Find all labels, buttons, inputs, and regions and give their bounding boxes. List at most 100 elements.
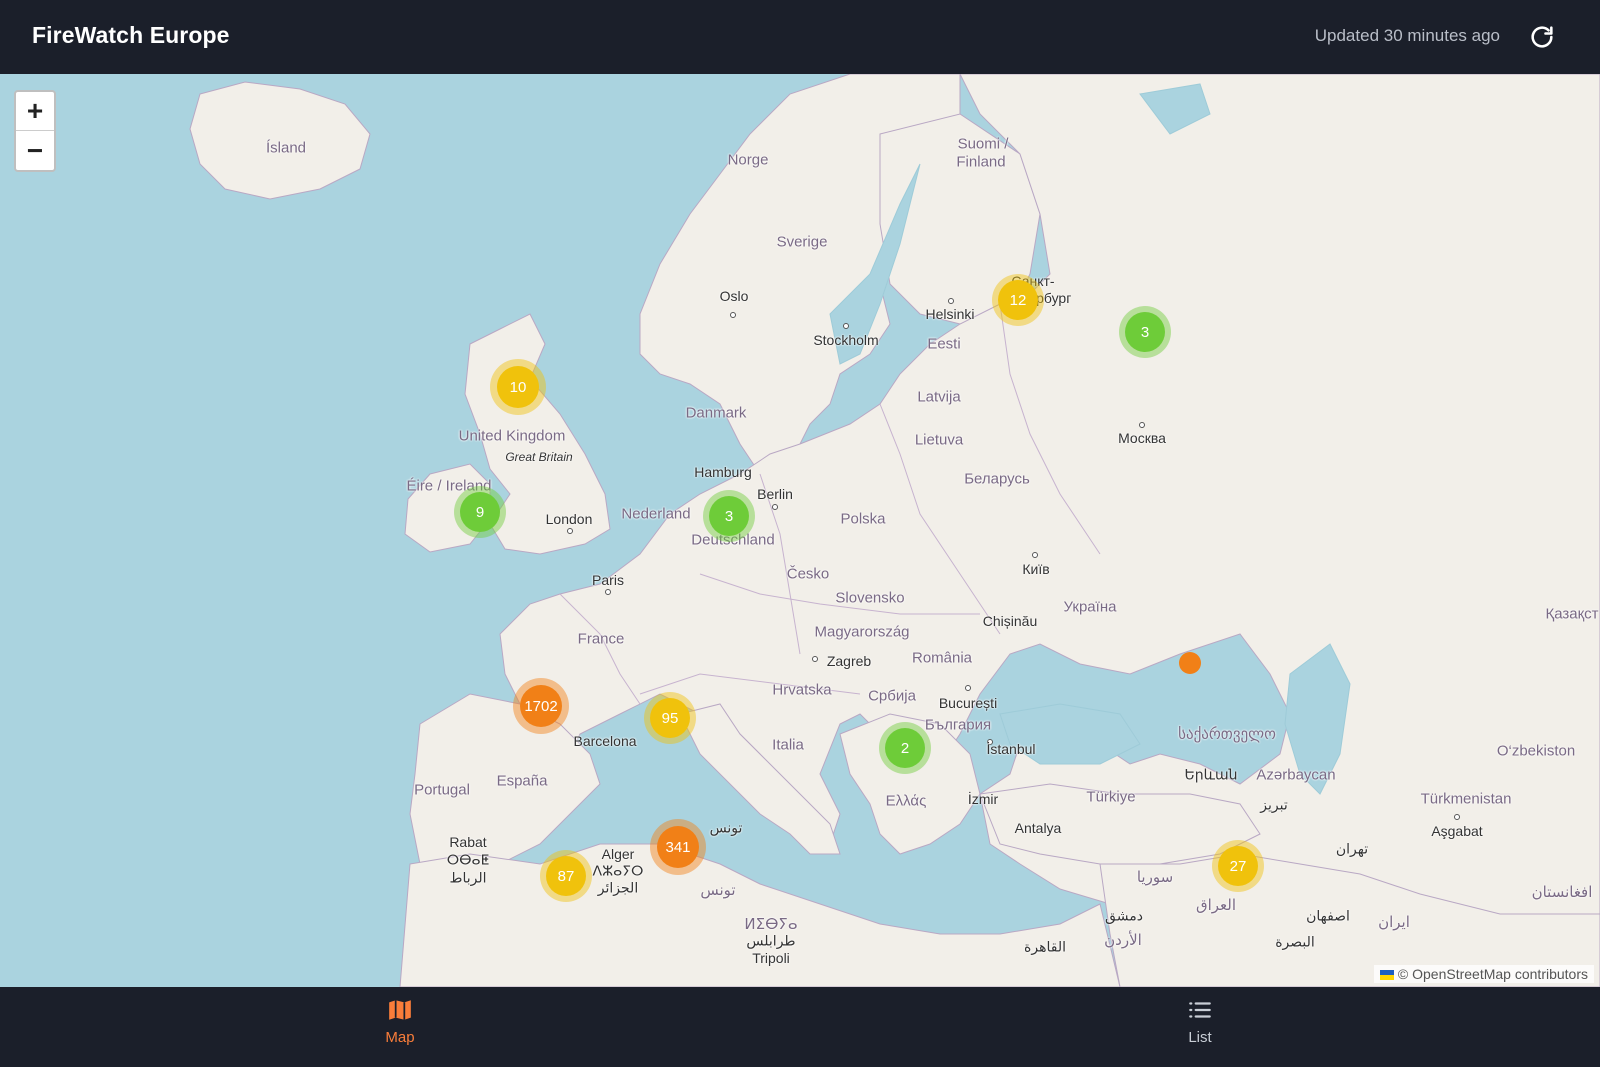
map-label: Lietuva xyxy=(914,431,964,449)
last-updated-text: Updated 30 minutes ago xyxy=(1314,26,1500,45)
map-label: Latvija xyxy=(917,388,961,406)
map-label: Norge xyxy=(727,151,769,169)
app-title: FireWatch Europe xyxy=(32,22,230,48)
fire-cluster[interactable]: 95 xyxy=(644,692,696,744)
map-label: Sverige xyxy=(776,233,828,251)
fire-cluster[interactable]: 27 xyxy=(1212,840,1264,892)
fire-marker[interactable] xyxy=(1179,652,1201,674)
fire-cluster[interactable]: 10 xyxy=(490,359,546,415)
map-label: საქართველო xyxy=(1178,726,1276,743)
map-label: Беларусь xyxy=(964,470,1030,488)
map-label: București xyxy=(938,695,998,711)
city-marker-london xyxy=(567,528,573,534)
map-label: Oslo xyxy=(719,288,749,304)
map-label: افغانستان xyxy=(1531,884,1593,901)
map-label: Berlin xyxy=(757,486,793,502)
map-label: France xyxy=(577,630,625,648)
map-label: ⵍⵉⴱⵢⴰ xyxy=(744,916,798,933)
map-label: Ísland xyxy=(265,139,307,157)
map-label: Tripoli xyxy=(752,950,790,966)
map-label: España xyxy=(496,772,548,790)
map-label: Antalya xyxy=(1014,820,1062,836)
cluster-count: 341 xyxy=(665,838,691,856)
map-label: Қазақст xyxy=(1545,605,1599,623)
ukraine-flag-icon xyxy=(1379,970,1394,981)
tab-map-label: Map xyxy=(385,1029,415,1046)
map-attribution[interactable]: © OpenStreetMap contributors xyxy=(1373,965,1594,983)
map-label: Česko xyxy=(786,565,830,583)
fire-cluster[interactable]: 3 xyxy=(703,490,755,542)
map-label: London xyxy=(545,511,593,527)
cluster-count: 9 xyxy=(475,503,485,521)
map-label: ⴷⵣⴰⵢⵔ xyxy=(592,862,644,879)
map-label: تونس xyxy=(709,819,743,836)
city-marker-berlin xyxy=(772,504,778,510)
map-label: United Kingdom xyxy=(458,427,566,445)
fire-cluster[interactable]: 9 xyxy=(454,486,506,538)
city-marker-zagreb xyxy=(812,656,818,662)
city-marker-helsinki xyxy=(948,298,954,304)
tab-list[interactable]: List xyxy=(1150,997,1250,1057)
cluster-count: 10 xyxy=(509,378,527,396)
bottom-navigation: Map List xyxy=(0,987,1600,1067)
map-label: ایران xyxy=(1378,914,1410,931)
map-label: Zagreb xyxy=(826,653,872,669)
cluster-count: 27 xyxy=(1229,857,1247,875)
cluster-count: 1702 xyxy=(524,697,558,715)
map-label: اصفهان xyxy=(1306,907,1350,924)
map-label: Türkiye xyxy=(1086,788,1136,806)
map-label: Москва xyxy=(1118,430,1166,446)
map-label: طرابلس xyxy=(746,932,796,949)
fire-cluster[interactable]: 1702 xyxy=(513,678,569,734)
city-marker-ashgabat xyxy=(1454,814,1460,820)
city-marker-bucuresti xyxy=(965,685,971,691)
map-label: İzmir xyxy=(967,791,999,807)
map-label: الجزائر xyxy=(597,879,639,896)
zoom-control: + − xyxy=(14,90,56,172)
map-view[interactable]: + − Ísland Norge Sverige Suomi / Finland… xyxy=(0,74,1600,987)
city-marker-paris xyxy=(605,589,611,595)
tab-list-label: List xyxy=(1188,1029,1212,1046)
map-label: Helsinki xyxy=(925,306,975,322)
map-label: Alger xyxy=(601,846,635,862)
map-icon xyxy=(389,1000,411,1020)
tab-map[interactable]: Map xyxy=(350,997,450,1057)
map-label: Chișinău xyxy=(982,613,1038,629)
fire-cluster[interactable]: 2 xyxy=(879,722,931,774)
city-marker-stockholm xyxy=(843,323,849,329)
map-label: Aşgabat xyxy=(1431,823,1483,839)
city-marker-moskva xyxy=(1139,422,1145,428)
refresh-button[interactable] xyxy=(1528,23,1556,51)
cluster-count: 12 xyxy=(1009,291,1027,309)
zoom-out-button[interactable]: − xyxy=(16,131,54,170)
map-label: تهران xyxy=(1335,840,1369,857)
fire-cluster[interactable]: 87 xyxy=(540,850,592,902)
map-label: Finland xyxy=(956,153,1006,171)
map-label: O‘zbekiston xyxy=(1496,742,1576,760)
map-label: Ελλάς xyxy=(885,792,927,810)
map-label: Nederland xyxy=(621,505,691,523)
map-label: سوريا xyxy=(1136,869,1174,886)
map-label: البصرة xyxy=(1275,933,1315,950)
map-label: القاهرة xyxy=(1024,938,1066,955)
map-label: Hamburg xyxy=(694,464,752,480)
cluster-count: 87 xyxy=(557,867,575,885)
city-marker-kyiv xyxy=(1032,552,1038,558)
zoom-in-button[interactable]: + xyxy=(16,92,54,131)
map-label: România xyxy=(911,649,973,667)
map-label: Slovensko xyxy=(835,589,905,607)
map-label: العراق xyxy=(1195,897,1237,914)
cluster-count: 3 xyxy=(724,507,734,525)
fire-cluster[interactable]: 12 xyxy=(992,274,1044,326)
map-label: Polska xyxy=(840,510,886,528)
map-label: Київ xyxy=(1022,561,1050,577)
map-label: Magyarország xyxy=(814,623,910,641)
map-label: Great Britain xyxy=(505,450,573,464)
map-label: Србија xyxy=(868,687,916,705)
list-icon xyxy=(1189,1002,1211,1018)
fire-cluster[interactable]: 341 xyxy=(650,819,706,875)
map-label: ⵔⴱⴰⵟ xyxy=(446,851,490,868)
fire-cluster[interactable]: 3 xyxy=(1119,306,1171,358)
map-label: تبریز xyxy=(1260,796,1288,813)
map-label: Stockholm xyxy=(813,332,879,348)
